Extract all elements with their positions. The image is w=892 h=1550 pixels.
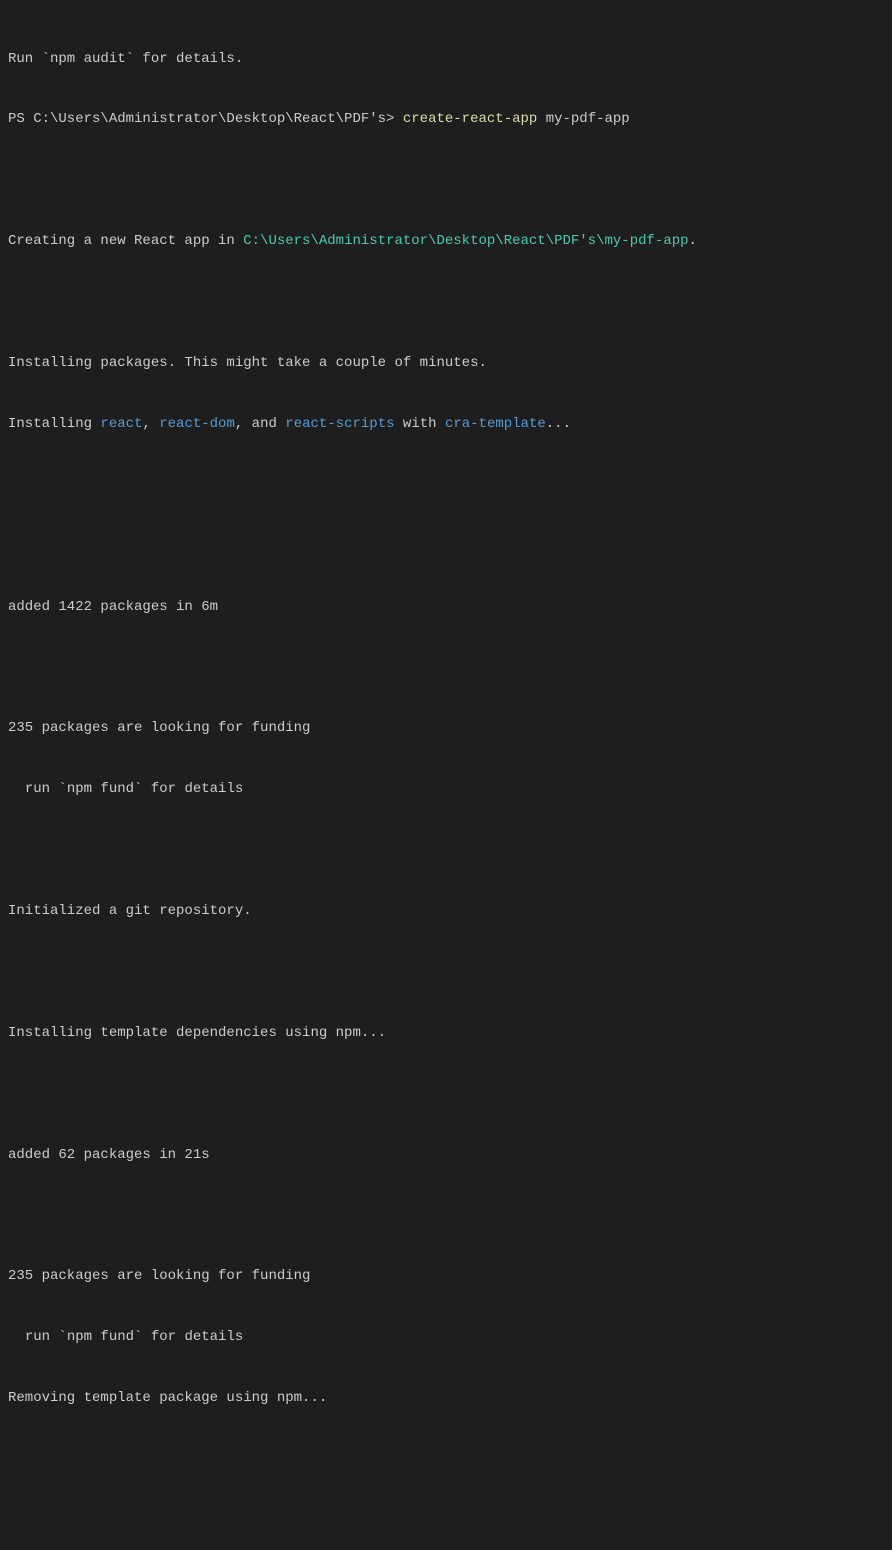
- blank-line: [8, 1510, 884, 1530]
- package-name: cra-template: [445, 416, 546, 432]
- output-line: added 62 packages in 21s: [8, 1145, 884, 1165]
- prompt-line: PS C:\Users\Administrator\Desktop\React\…: [8, 109, 884, 129]
- output-line: Run `npm audit` for details.: [8, 49, 884, 69]
- output-line: Initialized a git repository.: [8, 901, 884, 921]
- prompt-prefix: PS C:\Users\Administrator\Desktop\React\…: [8, 111, 403, 127]
- blank-line: [8, 1084, 884, 1104]
- blank-line: [8, 292, 884, 312]
- blank-line: [8, 1206, 884, 1226]
- package-name: react: [100, 416, 142, 432]
- blank-line: [8, 658, 884, 678]
- command-arg: my-pdf-app: [537, 111, 629, 127]
- path-text: C:\Users\Administrator\Desktop\React\PDF…: [243, 233, 688, 249]
- blank-line: [8, 840, 884, 860]
- package-name: react-dom: [159, 416, 235, 432]
- output-line: Installing template dependencies using n…: [8, 1023, 884, 1043]
- output-line: Creating a new React app in C:\Users\Adm…: [8, 231, 884, 251]
- output-line: run `npm fund` for details: [8, 1327, 884, 1347]
- blank-line: [8, 170, 884, 190]
- command-name: create-react-app: [403, 111, 537, 127]
- terminal-output[interactable]: Run `npm audit` for details. PS C:\Users…: [8, 8, 884, 1550]
- output-line: run `npm fund` for details: [8, 779, 884, 799]
- output-line: Installing packages. This might take a c…: [8, 353, 884, 373]
- output-line: 235 packages are looking for funding: [8, 1266, 884, 1286]
- package-name: react-scripts: [285, 416, 394, 432]
- output-line: 235 packages are looking for funding: [8, 718, 884, 738]
- output-line: Installing react, react-dom, and react-s…: [8, 414, 884, 434]
- blank-line: [8, 536, 884, 556]
- output-line: Removing template package using npm...: [8, 1388, 884, 1408]
- blank-line: [8, 962, 884, 982]
- blank-line: [8, 475, 884, 495]
- blank-line: [8, 1449, 884, 1469]
- output-line: added 1422 packages in 6m: [8, 597, 884, 617]
